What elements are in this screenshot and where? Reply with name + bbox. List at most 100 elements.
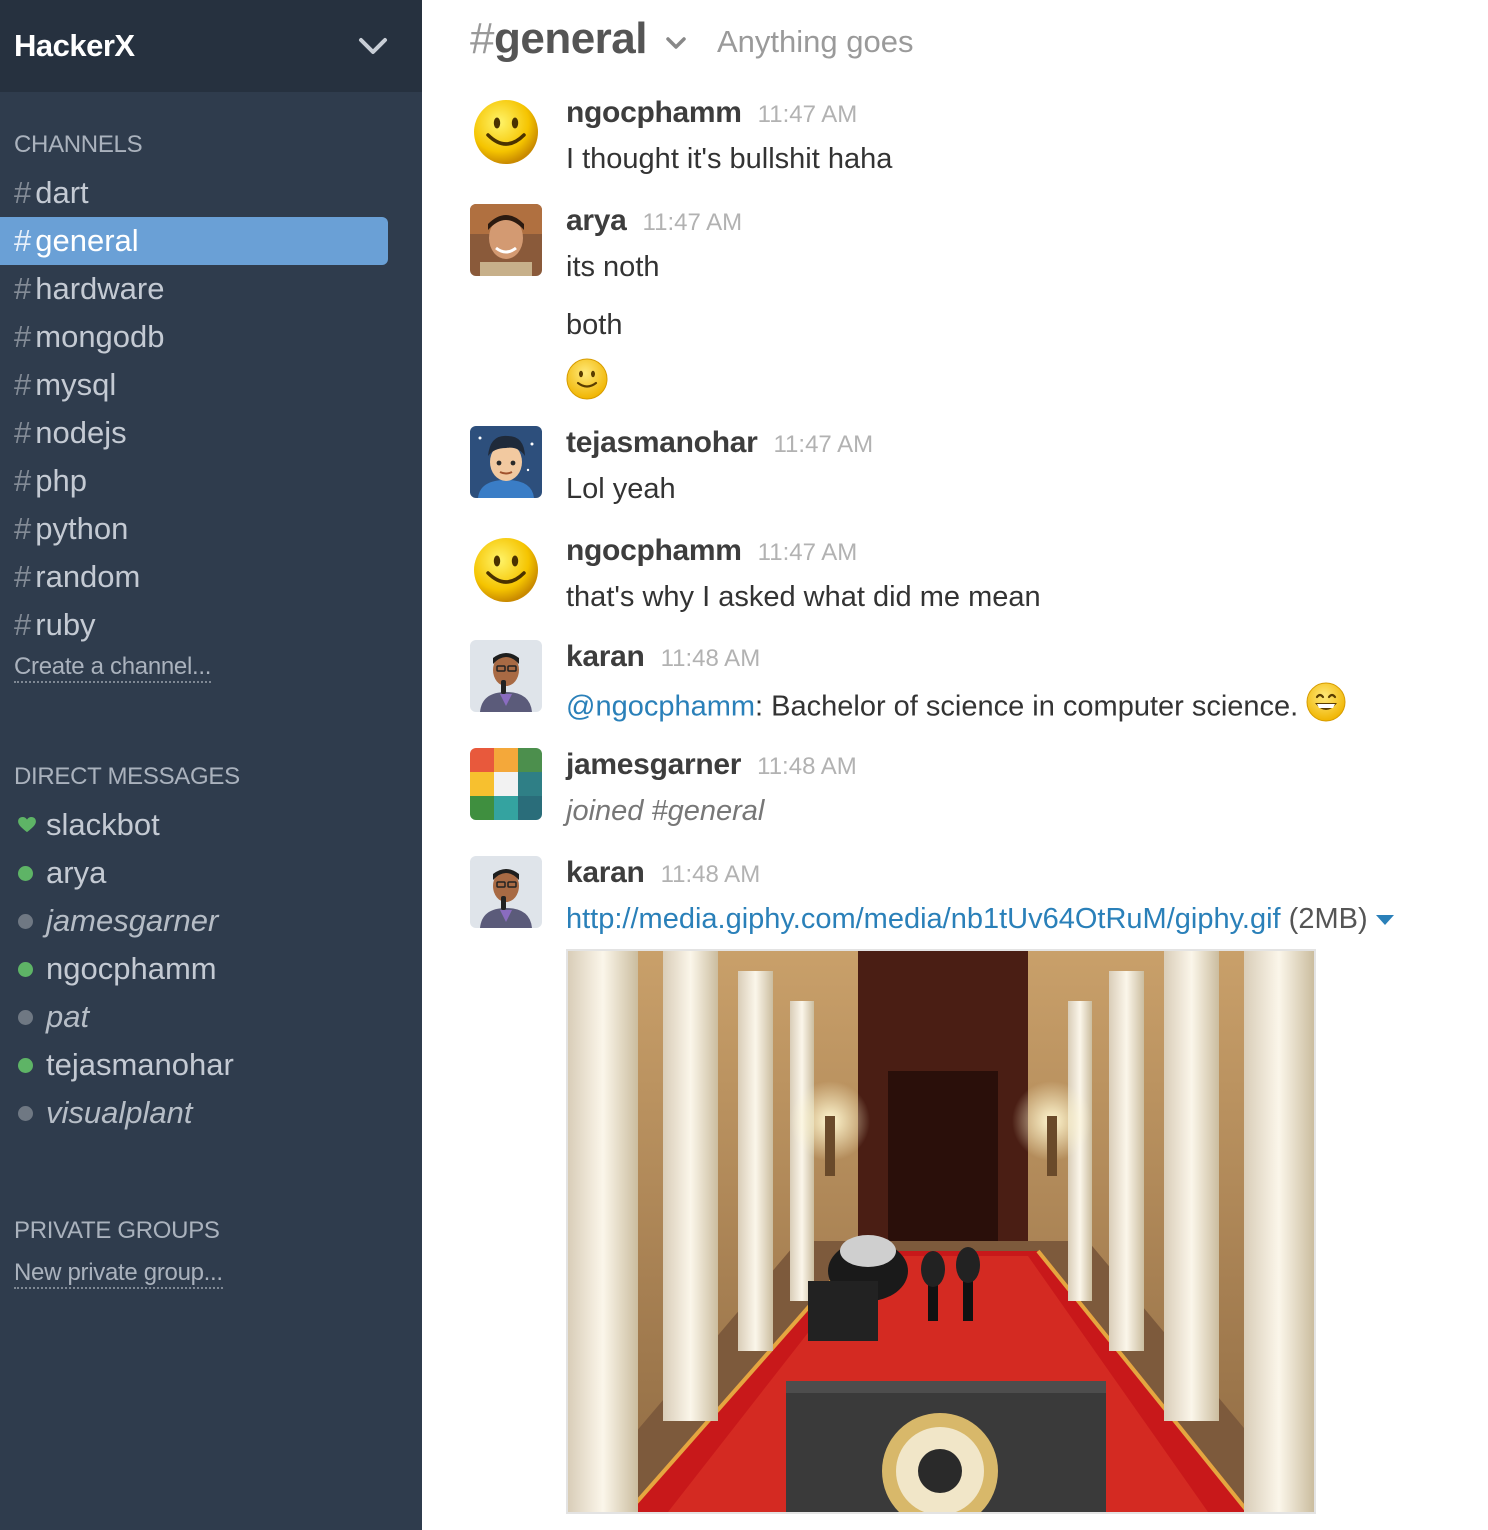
dm-item-ngocphamm[interactable]: ngocphamm [0,945,422,993]
message-timestamp[interactable]: 11:48 AM [757,753,857,781]
message-author[interactable]: karan [566,640,645,674]
grin-emoji [1306,682,1346,734]
sidebar-item-hardware[interactable]: # hardware [0,265,388,313]
hash-icon: # [14,367,32,402]
dm-item-jamesgarner[interactable]: jamesgarner [0,897,422,945]
sidebar-item-general[interactable]: # general [0,217,388,265]
online-status-icon [18,865,33,881]
message-author[interactable]: arya [566,204,627,238]
hash-icon: # [14,223,32,258]
team-header[interactable]: HackerX [0,0,422,92]
dm-label: visualplant [46,1095,193,1130]
away-status-icon [18,913,33,929]
dm-item-visualplant[interactable]: visualplant [0,1089,422,1137]
sidebar-item-random[interactable]: # random [0,553,388,601]
message-text: http://media.giphy.com/media/nb1tUv64OtR… [566,898,1488,940]
channel-label: mysql [35,367,117,402]
avatar[interactable] [473,99,539,165]
user-mention-link[interactable]: @ngocphamm [566,691,755,723]
channel-label: dart [35,175,89,210]
slight-smile-emoji [566,358,1488,404]
message-timestamp[interactable]: 11:47 AM [758,539,858,567]
gif-preview-image[interactable] [566,949,1316,1514]
channels-section-title[interactable]: CHANNELS [0,121,422,169]
hash-icon: # [14,559,32,594]
chevron-down-icon[interactable] [665,32,687,54]
sidebar-item-dart[interactable]: # dart [0,169,388,217]
hash-icon: # [14,271,32,306]
caret-down-icon[interactable] [1375,915,1394,926]
message-text: I thought it's bullshit haha [566,143,893,175]
attachment-link[interactable]: http://media.giphy.com/media/nb1tUv64OtR… [566,903,1281,935]
message-text: its noth [566,251,660,283]
away-status-icon [18,1105,33,1121]
dm-label: ngocphamm [46,951,217,986]
channel-label: python [35,511,129,546]
message-author[interactable]: ngocphamm [566,534,742,568]
new-private-group-link[interactable]: New private group... [14,1259,223,1289]
message-text: joined #general [566,795,765,827]
dm-item-slackbot[interactable]: slackbot [0,801,422,849]
dm-item-arya[interactable]: arya [0,849,422,897]
sidebar: HackerX CHANNELS # dart # general # hardwar… [0,0,422,1530]
online-status-icon [18,961,33,977]
message-text: Lol yeah [566,473,676,505]
message-timestamp[interactable]: 11:47 AM [773,431,873,459]
sidebar-item-mysql[interactable]: # mysql [0,361,388,409]
message-author[interactable]: karan [566,856,645,890]
hash-icon: # [14,319,32,354]
channel-label: mongodb [35,319,165,354]
channel-label: php [35,463,87,498]
dm-label: arya [46,855,107,890]
message-timestamp[interactable]: 11:47 AM [758,101,858,129]
create-channel-link[interactable]: Create a channel... [14,653,211,683]
sidebar-item-mongodb[interactable]: # mongodb [0,313,388,361]
avatar[interactable] [470,640,542,712]
message-text: both [566,309,623,341]
sidebar-item-ruby[interactable]: # ruby [0,601,388,649]
channel-purpose: Anything goes [717,24,914,59]
hash-icon: # [14,463,32,498]
dm-label: slackbot [46,807,160,842]
sidebar-item-python[interactable]: # python [0,505,388,553]
message-timestamp[interactable]: 11:48 AM [661,645,761,673]
sidebar-item-php[interactable]: # php [0,457,388,505]
message-author[interactable]: jamesgarner [566,748,741,782]
away-status-icon [18,1009,33,1025]
message-pane: #general Anything goes ngocphamm 11:47 AM… [422,0,1488,1530]
channel-label: ruby [35,607,96,642]
message-timestamp[interactable]: 11:48 AM [661,861,761,889]
message-author[interactable]: ngocphamm [566,96,742,130]
message-text: @ngocphamm: Bachelor of science in compu… [566,682,1488,734]
dm-item-pat[interactable]: pat [0,993,422,1041]
avatar[interactable] [470,426,542,498]
dm-label: tejasmanohar [46,1047,234,1082]
hash-icon: # [14,415,32,450]
dm-item-tejasmanohar[interactable]: tejasmanohar [0,1041,422,1089]
hash-icon: # [14,175,32,210]
sidebar-item-nodejs[interactable]: # nodejs [0,409,388,457]
heart-icon [18,817,36,833]
chevron-down-icon[interactable] [356,29,390,63]
channel-label: random [35,559,141,594]
hash-icon: # [14,511,32,546]
channel-title[interactable]: #general [470,14,648,64]
message-author[interactable]: tejasmanohar [566,426,758,460]
message-text: that's why I asked what did me mean [566,581,1041,613]
direct-messages-section-title[interactable]: DIRECT MESSAGES [0,753,422,801]
team-name[interactable]: HackerX [14,28,135,64]
online-status-icon [18,1057,33,1073]
avatar[interactable] [470,204,542,276]
channel-label: general [35,223,139,258]
dm-label: pat [46,999,90,1034]
avatar[interactable] [470,856,542,928]
message-timestamp[interactable]: 11:47 AM [643,209,743,237]
channel-label: nodejs [35,415,127,450]
avatar[interactable] [470,748,542,820]
channel-label: hardware [35,271,165,306]
avatar[interactable] [473,537,539,603]
private-groups-section-title[interactable]: PRIVATE GROUPS [0,1207,422,1255]
hash-icon: # [14,607,32,642]
attachment-size: (2MB) [1280,903,1368,935]
dm-label: jamesgarner [46,903,219,938]
